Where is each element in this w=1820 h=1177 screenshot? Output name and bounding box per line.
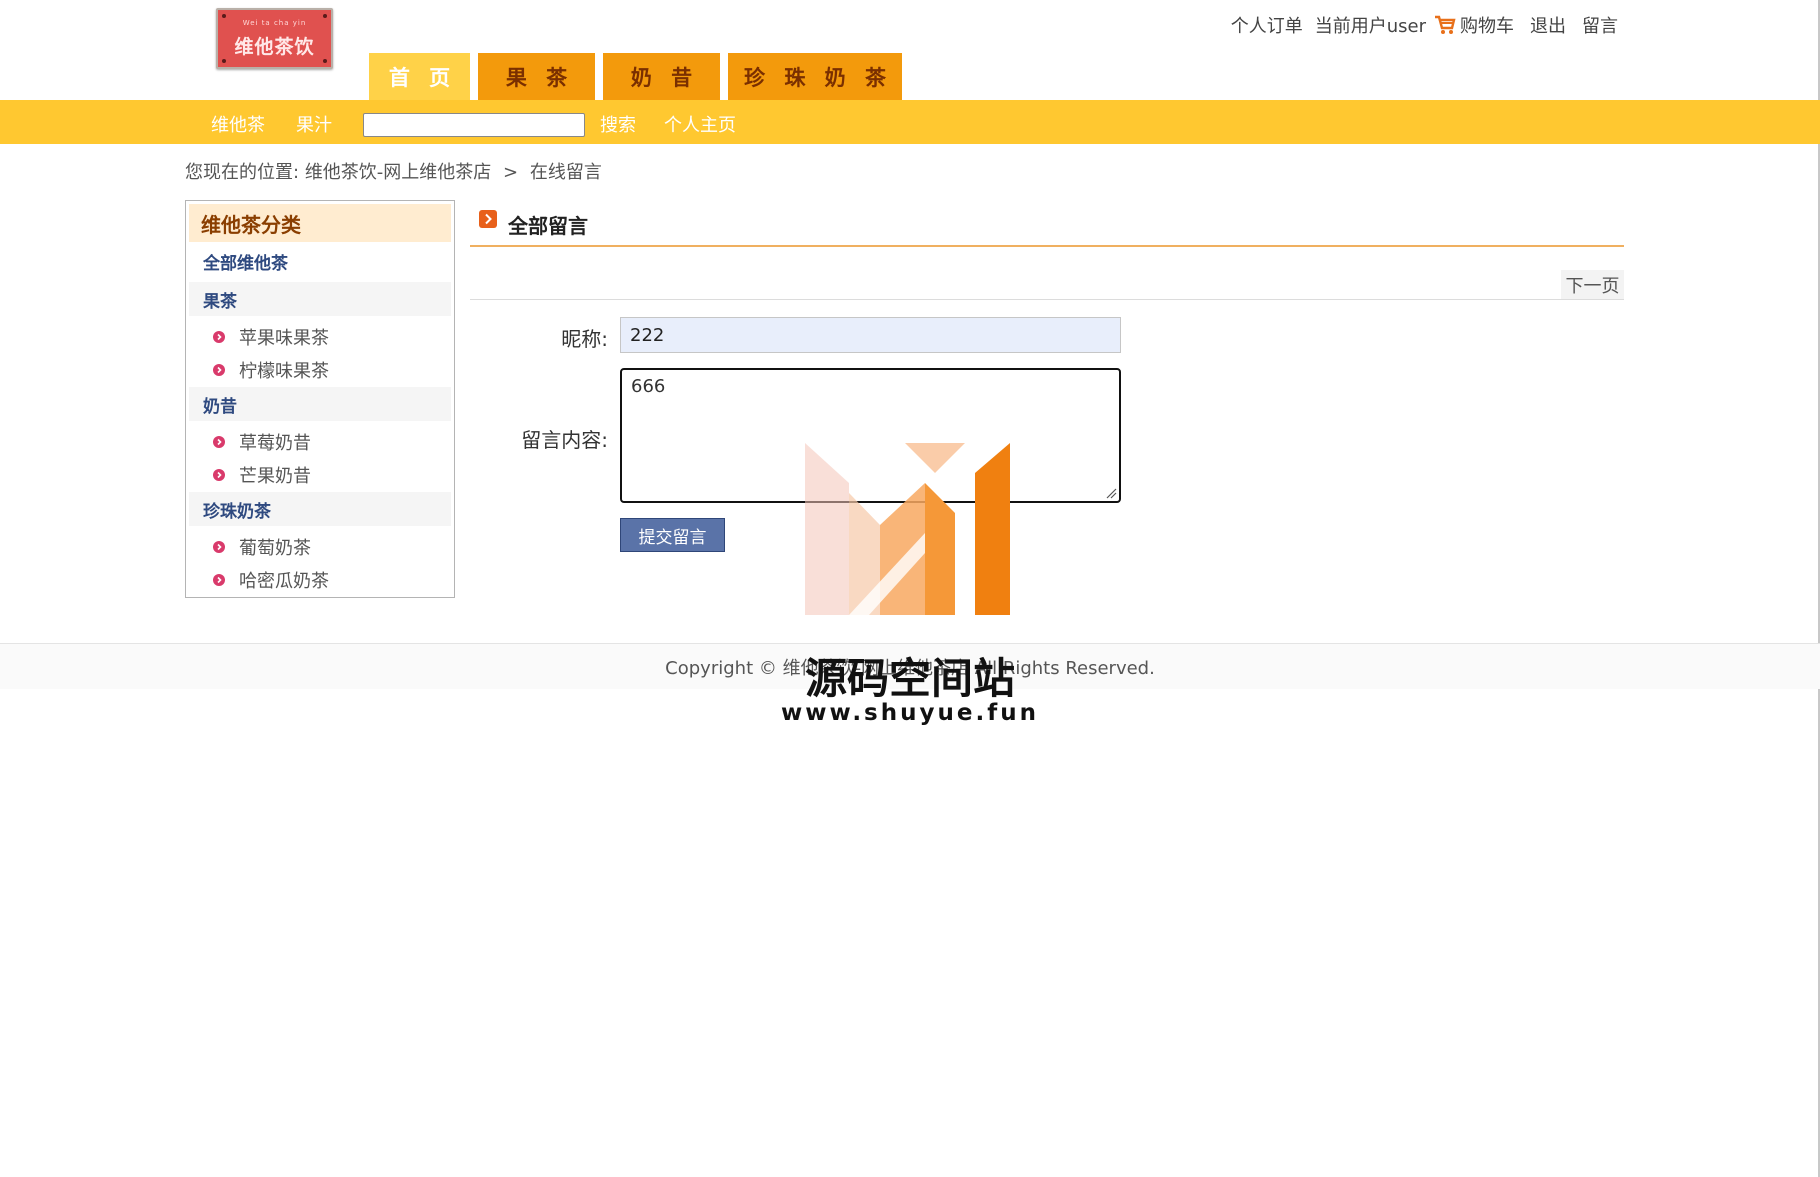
logo-small-text: Wei ta cha yin [242,19,307,27]
content-label: 留言内容: [521,428,608,452]
subnav-juice-link[interactable]: 果汁 [296,111,332,137]
logout-link[interactable]: 退出 [1530,12,1566,38]
sidebar-item[interactable]: 芒果奶昔 [213,462,311,488]
logo-dot [323,59,327,63]
breadcrumb: 您现在的位置: 维他茶饮-网上维他茶店 > 在线留言 [185,158,602,184]
sidebar-item[interactable]: 葡萄奶茶 [213,534,311,560]
sidebar-item-label: 草莓奶昔 [239,433,311,454]
orange-arrow-icon [479,210,497,228]
logo-dot [222,14,226,18]
message-link[interactable]: 留言 [1582,12,1618,38]
sidebar-item-label: 葡萄奶茶 [239,538,311,559]
orders-link[interactable]: 个人订单 [1231,12,1303,38]
sub-nav-bar: 维他茶 果汁 搜索 个人主页 [0,100,1820,144]
logo-dot [323,14,327,18]
breadcrumb-home-link[interactable]: 维他茶饮-网上维他茶店 [305,162,492,183]
breadcrumb-current: 在线留言 [529,162,602,183]
nickname-input[interactable] [620,317,1121,353]
bullet-arrow-icon [213,469,225,481]
tab-home[interactable]: 首 页 [369,53,470,100]
current-user-text: 当前用户user [1314,16,1426,37]
bullet-arrow-icon [213,436,225,448]
resize-grip-icon[interactable] [1105,487,1117,499]
pager-divider [470,299,1624,300]
bullet-arrow-icon [213,541,225,553]
logo-dot [222,59,226,63]
next-page-button[interactable]: 下一页 [1561,270,1624,299]
watermark-title: 源码空间站 [804,654,1015,703]
breadcrumb-separator: > [503,162,519,183]
sidebar-category-pearl-milk-tea[interactable]: 珍珠奶茶 [189,492,451,526]
tab-fruit-tea[interactable]: 果 茶 [478,53,595,100]
shopping-cart-icon[interactable] [1434,15,1456,35]
site-logo[interactable]: Wei ta cha yin 维他茶饮 [216,8,333,69]
watermark-url: www.shuyue.fun [781,700,1039,726]
subnav-vita-tea-link[interactable]: 维他茶 [211,111,265,137]
category-sidebar: 维他茶分类 全部维他茶 果茶 苹果味果茶 柠檬味果茶 奶昔 草莓奶昔 芒果奶昔 … [185,200,455,598]
sidebar-item[interactable]: 哈密瓜奶茶 [213,567,329,593]
sidebar-all-link[interactable]: 全部维他茶 [189,244,451,278]
page-title: 全部留言 [508,214,588,238]
tab-pearl-milk-tea[interactable]: 珍 珠 奶 茶 [728,53,902,100]
title-divider [470,245,1624,247]
tab-milkshake[interactable]: 奶 昔 [603,53,720,100]
profile-link[interactable]: 个人主页 [664,111,736,137]
watermark-logo-icon [805,443,1010,615]
nickname-label: 昵称: [561,327,608,351]
bullet-arrow-icon [213,331,225,343]
logo-text: 维他茶饮 [234,36,315,58]
sidebar-item-label: 柠檬味果茶 [239,361,329,382]
sidebar-item[interactable]: 草莓奶昔 [213,429,311,455]
sidebar-item-label: 芒果奶昔 [239,466,311,487]
search-button[interactable]: 搜索 [600,111,636,137]
search-input[interactable] [363,113,585,137]
sidebar-item[interactable]: 苹果味果茶 [213,324,329,350]
cart-link[interactable]: 购物车 [1460,12,1514,38]
sidebar-title: 维他茶分类 [189,204,451,242]
sidebar-item-label: 哈密瓜奶茶 [239,571,329,592]
bullet-arrow-icon [213,364,225,376]
breadcrumb-prefix: 您现在的位置: [185,162,300,183]
sidebar-category-milkshake[interactable]: 奶昔 [189,387,451,421]
sidebar-category-fruit-tea[interactable]: 果茶 [189,282,451,316]
sidebar-item-label: 苹果味果茶 [239,328,329,349]
bullet-arrow-icon [213,574,225,586]
sidebar-item[interactable]: 柠檬味果茶 [213,357,329,383]
top-links: 个人订单 当前用户user 购物车 退出 留言 [1231,12,1618,38]
main-nav-tabs: 首 页 果 茶 奶 昔 珍 珠 奶 茶 [369,53,910,100]
submit-message-button[interactable]: 提交留言 [620,518,725,552]
